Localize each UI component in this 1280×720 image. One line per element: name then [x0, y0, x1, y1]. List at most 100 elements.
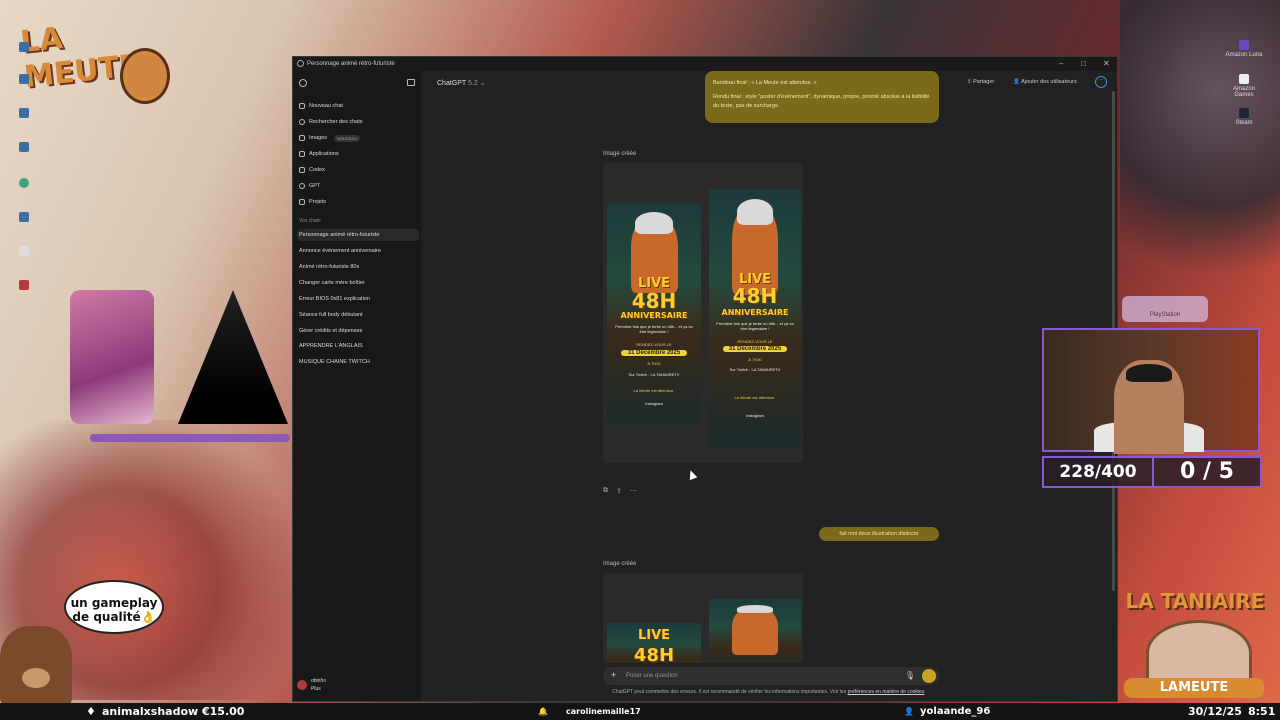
- more-options-icon[interactable]: ⋯: [1095, 76, 1107, 88]
- desktop-icon[interactable]: [4, 108, 44, 120]
- twitch-icon: ♦: [86, 705, 96, 718]
- desktop-icon[interactable]: [4, 280, 44, 292]
- nav-projects[interactable]: Projets: [299, 196, 326, 208]
- webcam-feed: [1042, 328, 1260, 454]
- clock: 8:51: [1248, 705, 1276, 718]
- message-input[interactable]: Poser une question: [626, 673, 678, 679]
- new-badge: NOUVEAU: [334, 134, 360, 142]
- avatar: [297, 680, 307, 690]
- speech-bubble: un gameplay de qualité👌: [64, 580, 164, 634]
- user-message: fait moi deux illustration distincte: [819, 527, 939, 541]
- app-icon: [297, 60, 304, 67]
- purple-bar: [90, 434, 290, 442]
- chat-item[interactable]: Annonce événement anniversaire: [297, 245, 419, 257]
- image-created-label: Image créée: [603, 151, 637, 157]
- close-button[interactable]: ✕: [1103, 59, 1110, 68]
- user-plan: Plus: [311, 686, 321, 692]
- letter-l-art: [70, 290, 154, 424]
- bear-mascot: [0, 626, 72, 706]
- bell-icon: 🔔: [538, 707, 548, 716]
- sub-goal-counter: 228/400: [1042, 456, 1154, 488]
- follower-item: yolaande_96: [920, 706, 991, 717]
- poster-left: LIVE 48H: [607, 623, 701, 663]
- share-button[interactable]: ⇪ Partager: [967, 79, 994, 85]
- plus-icon[interactable]: +: [611, 670, 616, 680]
- desktop-icon[interactable]: [4, 246, 44, 258]
- nav-search-chats[interactable]: Rechercher des chats: [299, 116, 363, 128]
- section-your-chats: Vos chats: [299, 218, 321, 224]
- cookie-prefs-link[interactable]: préférences en matière de cookies: [848, 689, 925, 695]
- folder-icon: [299, 199, 305, 205]
- maximize-button[interactable]: □: [1081, 59, 1086, 68]
- mic-icon[interactable]: 🎙: [905, 671, 915, 680]
- chat-item[interactable]: MUSIQUE CHAINE TWITCH: [297, 356, 419, 368]
- disclaimer: ChatGPT peut commettre des erreurs. Il e…: [612, 689, 926, 695]
- stream-ticker: ♦ animalxshadow €15.00 🔔 carolinemaille1…: [0, 703, 1280, 720]
- playstation-badge: PlayStation: [1122, 296, 1208, 322]
- poster-right: LIVE 48H ANNIVERSAIRE Première fois que …: [709, 189, 801, 447]
- composer: + Poser une question 🎙: [603, 667, 939, 685]
- brand-bottom-text: LAMEUTE: [1124, 678, 1264, 698]
- chat-item[interactable]: Séance full body débutant: [297, 309, 419, 321]
- user-profile[interactable]: obinho Plus: [297, 677, 326, 693]
- desktop-icon[interactable]: [4, 74, 44, 86]
- poster-right: [709, 599, 801, 663]
- la-artwork: [70, 290, 290, 442]
- edit-icon: [299, 103, 305, 109]
- letter-a-art: [178, 290, 288, 424]
- user-message: Bandeau final : « La Meute est attendue.…: [705, 71, 939, 123]
- more-icon[interactable]: ⋯: [630, 487, 637, 495]
- steam-icon[interactable]: Steam: [1224, 108, 1264, 126]
- amazon-games-icon[interactable]: Amazon Games: [1224, 74, 1264, 98]
- user-icon: 👤: [904, 707, 914, 716]
- nav-images[interactable]: Images NOUVEAU: [299, 132, 360, 144]
- nav-new-chat[interactable]: Nouveau chat: [299, 100, 343, 112]
- message-actions: ⧉ ⇪ ⋯: [603, 487, 637, 495]
- search-icon: [299, 119, 305, 125]
- date: 30/12/25: [1188, 705, 1242, 718]
- copy-icon[interactable]: ⧉: [603, 487, 608, 495]
- nav-gpt[interactable]: GPT: [299, 180, 320, 192]
- user-plus-icon: 👤: [1013, 79, 1022, 85]
- window-title: Personnage animé rétro-futuriste: [307, 61, 395, 67]
- voice-mode-button[interactable]: [922, 669, 936, 683]
- sidebar-header: [299, 77, 415, 91]
- add-users-button[interactable]: 👤 Ajouter des utilisateurs: [1013, 79, 1077, 85]
- generated-image[interactable]: LIVE 48H ANNIVERSAIRE Première fois que …: [603, 163, 803, 463]
- desktop-icon[interactable]: [4, 178, 44, 190]
- apps-icon: [299, 151, 305, 157]
- share-icon[interactable]: ⇪: [616, 487, 622, 495]
- paw-icon: [120, 48, 170, 104]
- sidebar: Nouveau chat Rechercher des chats Images…: [293, 71, 421, 701]
- user-name: obinho: [311, 678, 327, 684]
- chat-item[interactable]: Animé rétro-futuriste 80s: [297, 261, 419, 273]
- chat-item[interactable]: Erreur BIOS 0x81 explication: [297, 293, 419, 305]
- image-icon: [299, 135, 305, 141]
- la-taniaire-logo: LA TANIAIRE LAMEUTE: [1120, 590, 1270, 700]
- donation-item: animalxshadow €15.00: [102, 705, 245, 718]
- gpt-icon: [299, 183, 305, 189]
- minimize-button[interactable]: –: [1059, 59, 1063, 68]
- title-bar: Personnage animé rétro-futuriste – □ ✕: [293, 57, 1117, 71]
- desktop-icon[interactable]: [4, 142, 44, 154]
- desktop-icon[interactable]: [4, 42, 44, 54]
- follower-item: carolinemaille17: [566, 707, 641, 716]
- poster-left: LIVE 48H ANNIVERSAIRE Première fois que …: [607, 203, 701, 423]
- openai-logo-icon[interactable]: [299, 79, 307, 87]
- nav-codex[interactable]: Codex: [299, 164, 325, 176]
- chat-item[interactable]: Gérer crédits et dépenses: [297, 325, 419, 337]
- nav-applications[interactable]: Applications: [299, 148, 339, 160]
- challenge-counter: 0 / 5: [1152, 456, 1262, 488]
- toggle-sidebar-icon[interactable]: [407, 79, 415, 86]
- chat-item[interactable]: Changer carte mère boîtier: [297, 277, 419, 289]
- codex-icon: [299, 167, 305, 173]
- main-panel: ChatGPT 5.2 ⌄ ⇪ Partager 👤 Ajouter des u…: [421, 71, 1117, 701]
- model-selector[interactable]: ChatGPT 5.2 ⌄: [437, 79, 486, 87]
- generated-image[interactable]: LIVE 48H: [603, 573, 803, 663]
- chatgpt-window: Personnage animé rétro-futuriste – □ ✕ N…: [292, 56, 1118, 702]
- amazon-luna-icon[interactable]: Amazon Luna: [1224, 40, 1264, 58]
- desktop-icon[interactable]: [4, 212, 44, 224]
- image-created-label: Image créée: [603, 561, 637, 567]
- chat-item[interactable]: APPRENDRE L'ANGLAIS: [297, 340, 419, 352]
- chat-item[interactable]: Personnage animé rétro-futuriste: [297, 229, 419, 241]
